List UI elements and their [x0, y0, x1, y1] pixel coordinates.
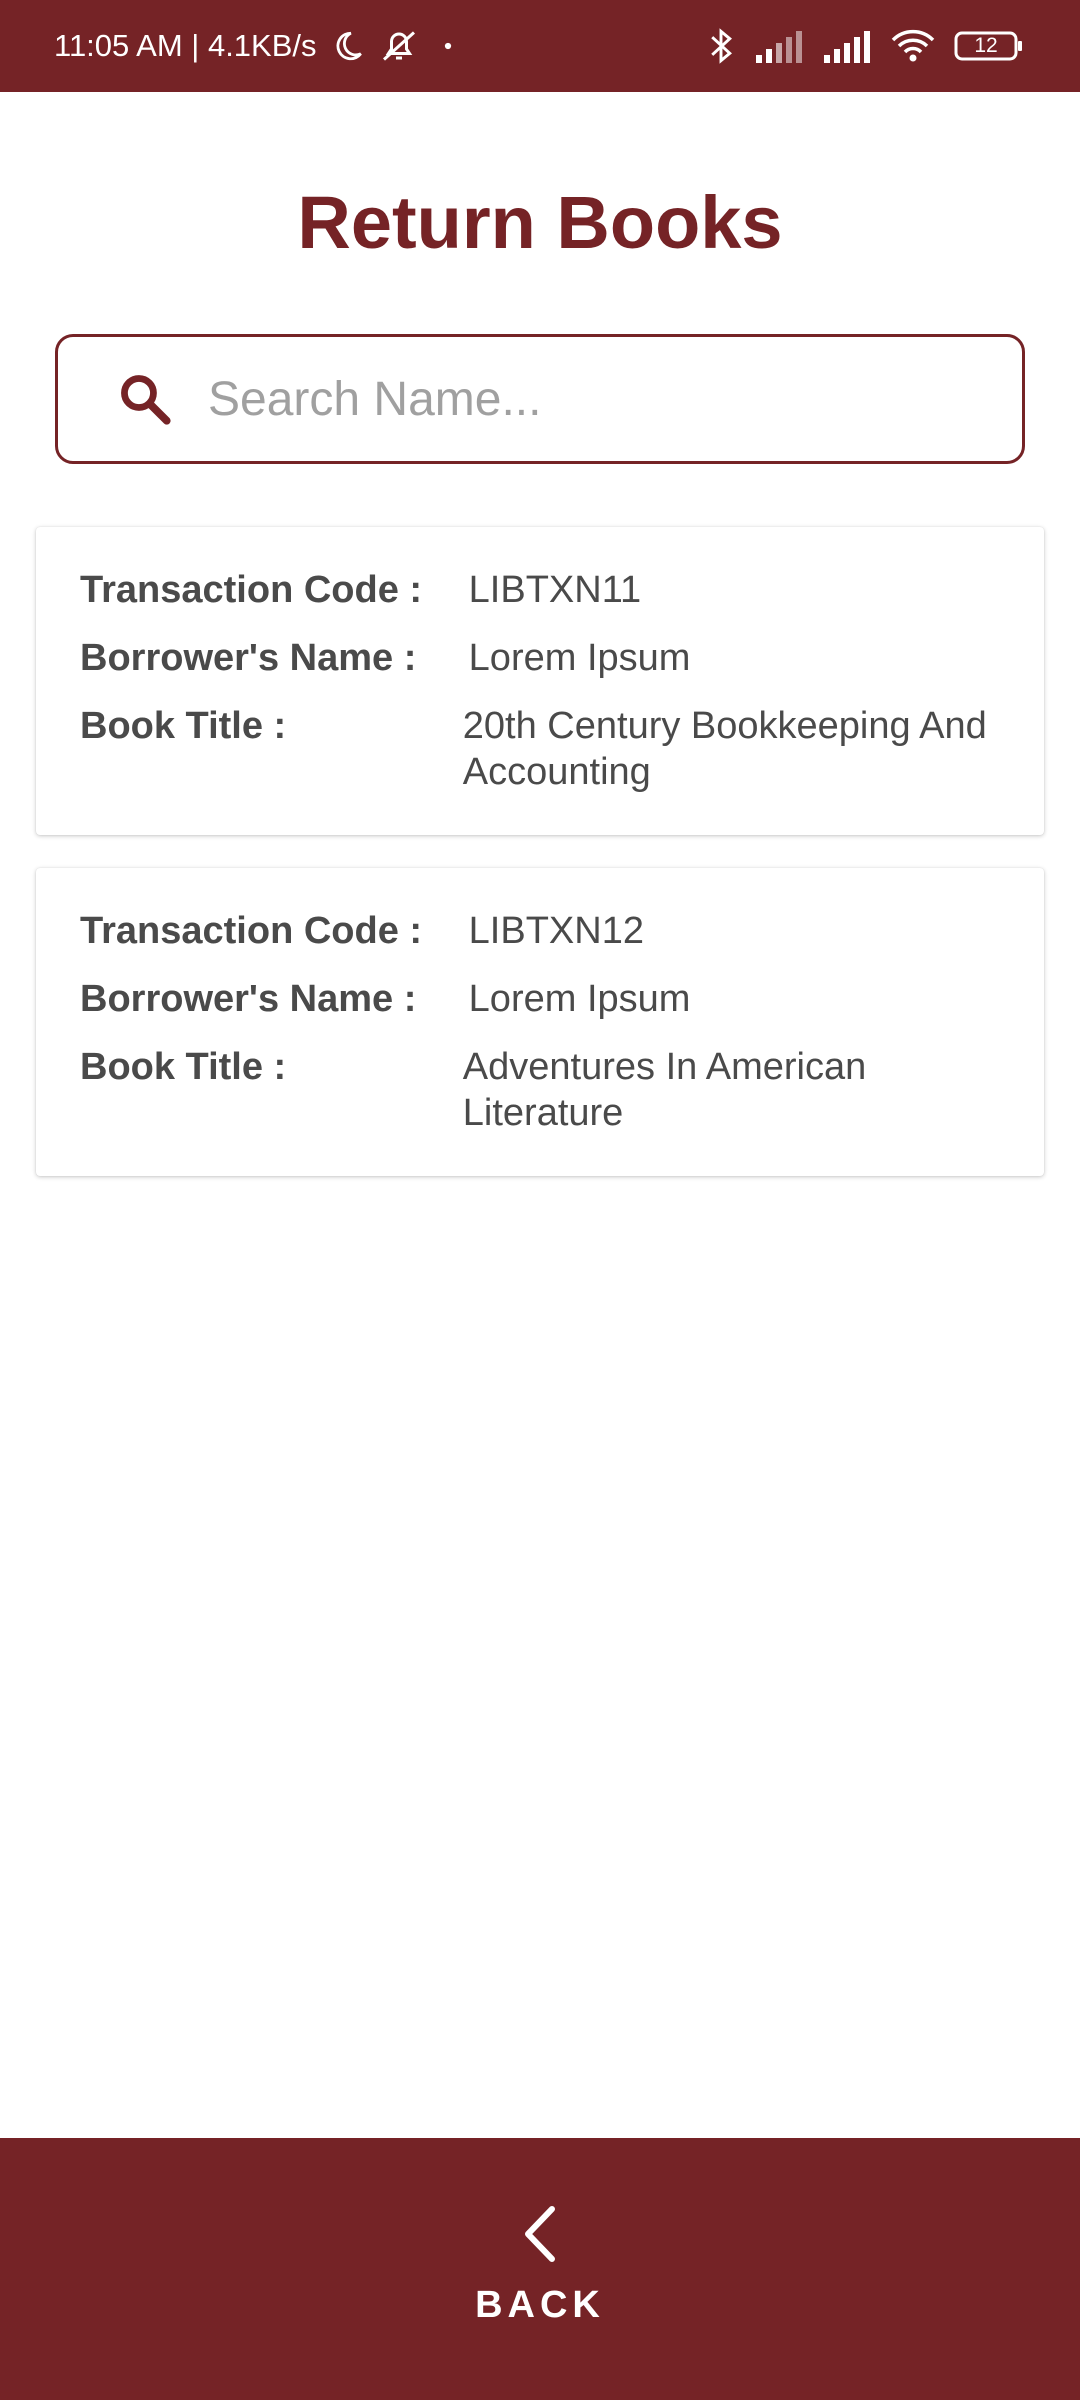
- search-box[interactable]: [55, 334, 1025, 464]
- status-left: 11:05 AM | 4.1KB/s: [54, 28, 463, 64]
- back-button[interactable]: BACK: [475, 2203, 605, 2327]
- dot-icon: [433, 31, 463, 61]
- status-bar: 11:05 AM | 4.1KB/s 12: [0, 0, 1080, 92]
- page-title: Return Books: [297, 181, 783, 264]
- book-title-value: 20th Century Bookkeeping And Accounting: [462, 705, 987, 793]
- back-label: BACK: [475, 2284, 605, 2326]
- moon-icon: [331, 29, 365, 63]
- signal-icon: [822, 29, 872, 63]
- transaction-code-label: Transaction Code :: [80, 910, 423, 952]
- book-title-label: Book Title :: [80, 705, 287, 747]
- book-title-label: Book Title :: [80, 1046, 287, 1088]
- bottom-bar: BACK: [0, 2138, 1080, 2400]
- borrower-name-row: Borrower's Name : Lorem Ipsum: [80, 976, 1000, 1022]
- signal-icon: [754, 29, 804, 63]
- transaction-card[interactable]: Transaction Code : LIBTXN11 Borrower's N…: [36, 527, 1044, 835]
- bluetooth-icon: [706, 27, 736, 65]
- transaction-code-label: Transaction Code :: [80, 569, 423, 611]
- book-title-row: Book Title : 20th Century Bookkeeping An…: [80, 703, 1000, 795]
- battery-level: 12: [974, 34, 998, 57]
- chevron-left-icon: [518, 2203, 562, 2270]
- battery-icon: 12: [954, 30, 1024, 62]
- transaction-code-row: Transaction Code : LIBTXN11: [80, 567, 1000, 613]
- borrower-name-label: Borrower's Name :: [80, 637, 417, 679]
- status-right: 12: [706, 27, 1024, 65]
- transaction-card[interactable]: Transaction Code : LIBTXN12 Borrower's N…: [36, 868, 1044, 1176]
- search-input[interactable]: [208, 371, 968, 427]
- borrower-name-label: Borrower's Name :: [80, 978, 417, 1020]
- borrower-name-value: Lorem Ipsum: [468, 637, 691, 679]
- book-title-row: Book Title : Adventures In American Lite…: [80, 1044, 1000, 1136]
- transaction-code-value: LIBTXN11: [468, 569, 642, 611]
- borrower-name-value: Lorem Ipsum: [468, 978, 691, 1020]
- book-title-value: Adventures In American Literature: [462, 1046, 867, 1134]
- notifications-off-icon: [379, 28, 419, 64]
- wifi-icon: [890, 29, 936, 63]
- transaction-code-value: LIBTXN12: [468, 910, 644, 952]
- search-icon: [116, 370, 174, 428]
- borrower-name-row: Borrower's Name : Lorem Ipsum: [80, 635, 1000, 681]
- status-time-speed: 11:05 AM | 4.1KB/s: [54, 28, 317, 63]
- transaction-code-row: Transaction Code : LIBTXN12: [80, 908, 1000, 954]
